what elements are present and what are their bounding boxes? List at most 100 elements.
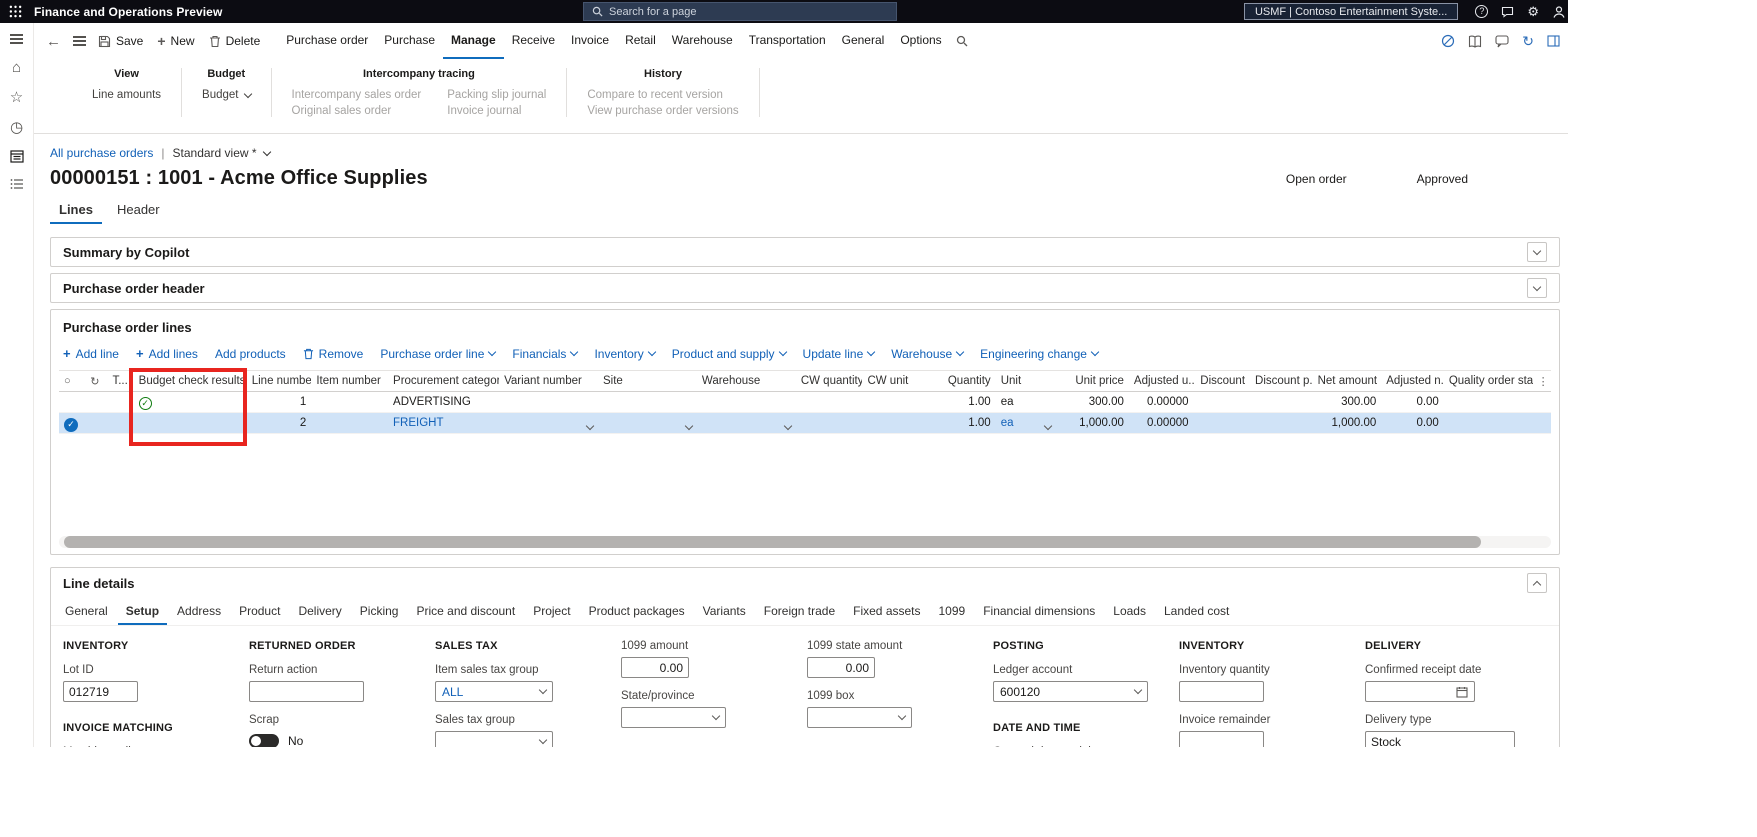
toolbar-add-line[interactable]: + Add line (63, 346, 119, 361)
line-details-tab-fixed-assets[interactable]: Fixed assets (845, 600, 928, 625)
line-details-tab-1099[interactable]: 1099 (931, 600, 974, 625)
home-icon[interactable]: ⌂ (12, 60, 21, 75)
delete-button[interactable]: Delete (209, 34, 260, 48)
ledger-account-combo[interactable]: 600120 (993, 681, 1148, 702)
grid-cell-warehouse[interactable] (696, 391, 796, 413)
app-title[interactable]: Finance and Operations Preview (34, 5, 222, 19)
restricted-icon[interactable] (1441, 34, 1455, 48)
workspaces-list-icon[interactable] (10, 178, 24, 190)
line-details-tab-landed-cost[interactable]: Landed cost (1156, 600, 1237, 625)
line-details-tab-financial-dimensions[interactable]: Financial dimensions (975, 600, 1103, 625)
feedback-icon[interactable] (1495, 34, 1509, 48)
grid-col-type[interactable]: T... (107, 370, 134, 392)
grid-col-select[interactable]: ○ (59, 370, 86, 392)
grid-col-discount-percent[interactable]: Discount p... (1250, 370, 1313, 392)
line-details-tab-foreign-trade[interactable]: Foreign trade (756, 600, 843, 625)
grid-cell-budget-check-results[interactable]: ✓ (133, 391, 247, 413)
grid-cell-variant-number[interactable] (499, 391, 598, 413)
search-actions-icon[interactable] (956, 35, 968, 47)
line-details-tab-setup[interactable]: Setup (118, 600, 167, 625)
grid-cell-cw-unit[interactable] (862, 412, 919, 434)
section-purchase-order-header[interactable]: Purchase order header (50, 273, 1560, 303)
open-in-new-window-icon[interactable] (1547, 35, 1560, 47)
toolbar-remove[interactable]: Remove (303, 347, 363, 361)
grid-cell-line-number[interactable]: 2 (246, 412, 312, 434)
grid-cell-cw-quantity[interactable] (795, 412, 863, 434)
invoice-remainder-input[interactable] (1179, 731, 1264, 747)
line-details-tab-delivery[interactable]: Delivery (290, 600, 349, 625)
grid-cell-type[interactable] (107, 412, 134, 434)
tab-header[interactable]: Header (108, 199, 169, 224)
favorites-star-icon[interactable]: ☆ (10, 90, 23, 105)
delivery-type-input[interactable] (1365, 731, 1515, 747)
grid-col-warehouse[interactable]: Warehouse (696, 370, 796, 392)
grid-cell-quantity[interactable]: 1.00 (918, 412, 996, 434)
grid-col-quantity[interactable]: Quantity (918, 370, 996, 392)
expand-po-header-button[interactable] (1527, 278, 1547, 298)
grid-col-site[interactable]: Site (597, 370, 697, 392)
grid-cell-refresh[interactable] (85, 391, 108, 413)
appbar-tab-warehouse[interactable]: Warehouse (664, 23, 741, 59)
grid-horizontal-scrollbar[interactable] (59, 536, 1551, 548)
grid-cell-procurement-category[interactable]: FREIGHT (388, 412, 500, 434)
grid-cell-unit[interactable]: ea (995, 412, 1057, 434)
line-details-tab-variants[interactable]: Variants (695, 600, 754, 625)
box-1099-combo[interactable] (807, 707, 912, 728)
grid-col-adjusted-net-amount[interactable]: Adjusted n... (1381, 370, 1444, 392)
view-selector[interactable]: Standard view * (173, 146, 271, 160)
state-amount-1099-input[interactable] (807, 657, 875, 678)
grid-cell-cw-quantity[interactable] (795, 391, 863, 413)
grid-cell-warehouse[interactable] (696, 412, 796, 434)
grid-cell-unit-price[interactable]: 1,000.00 (1056, 412, 1129, 434)
grid-cell-select[interactable]: ✓ (59, 412, 86, 434)
appbar-tab-purchase-order[interactable]: Purchase order (278, 23, 376, 59)
grid-col-column-options[interactable]: ⋮ (1532, 370, 1551, 392)
grid-cell-type[interactable] (107, 391, 134, 413)
grid-cell-adjusted-unit-price[interactable]: 0.00000 (1128, 391, 1194, 413)
grid-cell-budget-check-results[interactable] (133, 412, 247, 434)
appbar-tab-manage[interactable]: Manage (443, 23, 504, 59)
section-summary-by-copilot[interactable]: Summary by Copilot (50, 237, 1560, 267)
return-action-input[interactable] (249, 681, 364, 702)
settings-gear-icon[interactable]: ⚙ (1527, 5, 1539, 18)
scrollbar-thumb[interactable] (64, 536, 1482, 548)
grid-col-discount[interactable]: Discount (1193, 370, 1251, 392)
line-details-tab-price-and-discount[interactable]: Price and discount (408, 600, 523, 625)
grid-cell-adjusted-net-amount[interactable]: 0.00 (1381, 391, 1444, 413)
grid-row-1[interactable]: ✓ 1 ADVERTISING 1.00 ea 300.00 0.00000 300.00 0.… (59, 391, 1551, 413)
grid-cell-procurement-category[interactable]: ADVERTISING (388, 391, 500, 413)
toolbar-add-lines[interactable]: + Add lines (136, 346, 198, 361)
grid-col-adjusted-unit-price[interactable]: Adjusted u... (1128, 370, 1194, 392)
grid-cell-unit[interactable]: ea (995, 391, 1057, 413)
grid-col-procurement-category[interactable]: Procurement category (388, 370, 500, 392)
line-details-tab-product[interactable]: Product (231, 600, 288, 625)
scrap-toggle[interactable]: No (249, 734, 419, 747)
grid-col-variant-number[interactable]: Variant number (499, 370, 598, 392)
grid-cell-discount[interactable] (1193, 412, 1251, 434)
toolbar-purchase-order-line[interactable]: Purchase order line (380, 347, 497, 361)
toolbar-inventory[interactable]: Inventory (594, 347, 657, 361)
grid-col-unit[interactable]: Unit (995, 370, 1057, 392)
grid-col-budget-check-results[interactable]: Budget check results (133, 370, 247, 392)
grid-col-refresh[interactable]: ↻ (85, 370, 108, 392)
toolbar-product-and-supply[interactable]: Product and supply (672, 347, 787, 361)
grid-cell-variant-number[interactable] (499, 412, 598, 434)
expand-menu-icon[interactable] (10, 33, 23, 45)
toolbar-warehouse[interactable]: Warehouse (891, 347, 965, 361)
grid-cell-column-options[interactable] (1532, 391, 1551, 413)
messages-icon[interactable] (1501, 5, 1514, 18)
grid-cell-refresh[interactable] (85, 412, 108, 434)
appbar-tab-receive[interactable]: Receive (504, 23, 563, 59)
save-button[interactable]: Save (98, 34, 143, 48)
inventory-quantity-input[interactable] (1179, 681, 1264, 702)
help-book-icon[interactable] (1468, 35, 1482, 48)
grid-cell-discount-percent[interactable] (1250, 391, 1313, 413)
grid-cell-site[interactable] (597, 412, 697, 434)
tab-lines[interactable]: Lines (50, 199, 102, 224)
help-icon[interactable]: ? (1475, 5, 1489, 18)
grid-cell-discount[interactable] (1193, 391, 1251, 413)
back-icon[interactable]: ← (46, 33, 61, 50)
appbar-tab-retail[interactable]: Retail (617, 23, 664, 59)
grid-row-2[interactable]: ✓ 2 FREIGHT 1.00 ea 1,000.00 0.00000 1,000.00 0.… (59, 412, 1551, 434)
item-sales-tax-group-combo[interactable]: ALL (435, 681, 553, 702)
